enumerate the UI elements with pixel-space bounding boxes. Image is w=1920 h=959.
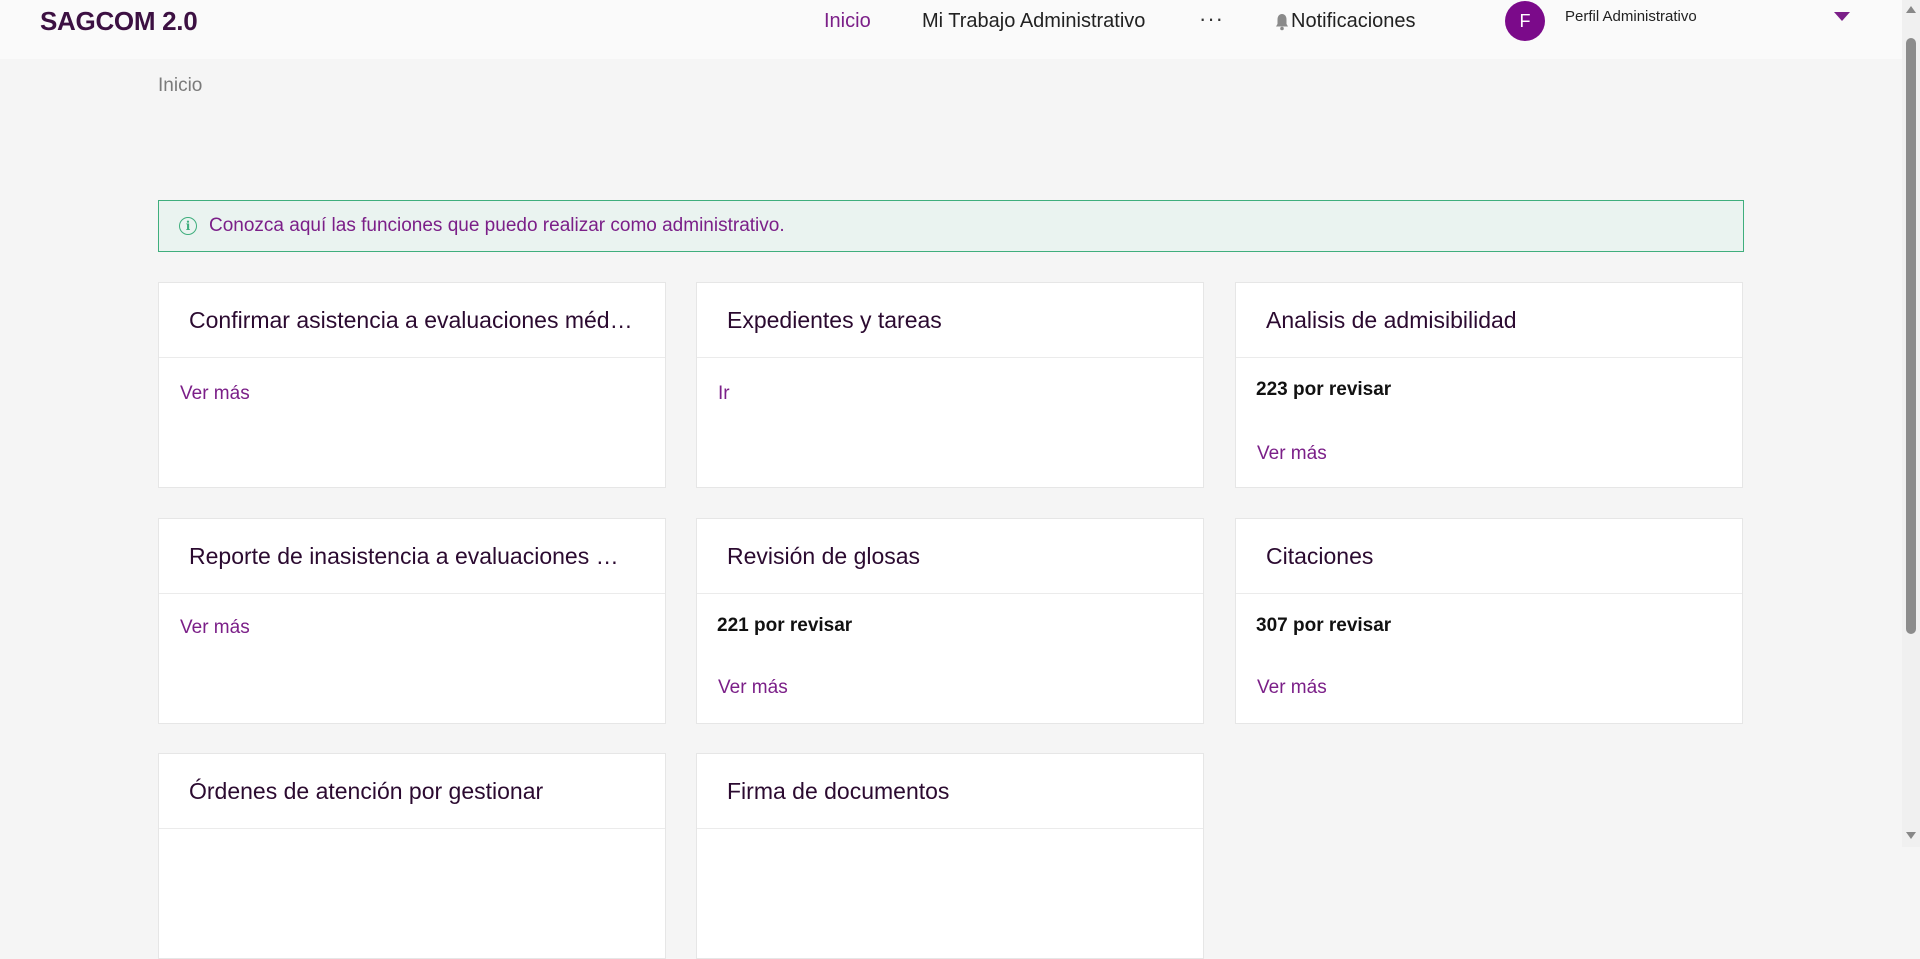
breadcrumb: Inicio: [158, 75, 203, 96]
card-title: Expedientes y tareas: [727, 306, 942, 333]
nav-more-button[interactable]: ···: [1199, 6, 1224, 32]
ver-mas-link[interactable]: Ver más: [1257, 677, 1327, 699]
card-expedientes-tareas: Expedientes y tareas Ir: [696, 282, 1204, 488]
card-citaciones: Citaciones 307 por revisar Ver más: [1235, 518, 1743, 724]
nav-inicio[interactable]: Inicio: [824, 10, 871, 33]
bell-icon: [1276, 13, 1288, 30]
ver-mas-link[interactable]: Ver más: [180, 617, 250, 639]
top-navbar: SAGCOM 2.0 Inicio Mi Trabajo Administrat…: [0, 0, 1902, 59]
card-count: 223 por revisar: [1256, 379, 1392, 400]
page-scrollbar[interactable]: [1902, 0, 1920, 847]
info-icon: i: [179, 217, 197, 235]
card-title: Órdenes de atención por gestionar: [189, 777, 544, 804]
card-firma-documentos: Firma de documentos: [696, 753, 1204, 959]
nav-notificaciones[interactable]: Notificaciones: [1274, 10, 1416, 33]
card-revision-glosas: Revisión de glosas 221 por revisar Ver m…: [696, 518, 1204, 724]
card-header: Firma de documentos: [697, 754, 1203, 829]
card-header: Citaciones: [1236, 519, 1742, 594]
card-header: Confirmar asistencia a evaluaciones médi…: [159, 283, 665, 358]
chevron-down-icon[interactable]: [1834, 12, 1850, 21]
card-title: Confirmar asistencia a evaluaciones médi…: [189, 306, 637, 333]
scroll-down-arrow-icon[interactable]: [1906, 832, 1916, 839]
card-header: Analisis de admisibilidad: [1236, 283, 1742, 358]
card-title: Citaciones: [1266, 542, 1374, 569]
card-reporte-inasistencia: Reporte de inasistencia a evaluaciones m…: [158, 518, 666, 724]
card-confirmar-asistencia: Confirmar asistencia a evaluaciones médi…: [158, 282, 666, 488]
scroll-up-arrow-icon[interactable]: [1906, 6, 1916, 13]
card-title: Firma de documentos: [727, 777, 950, 804]
info-banner-text[interactable]: Conozca aquí las funciones que puedo rea…: [209, 215, 785, 237]
card-count: 221 por revisar: [717, 615, 853, 636]
info-banner[interactable]: i Conozca aquí las funciones que puedo r…: [158, 200, 1744, 252]
card-count: 307 por revisar: [1256, 615, 1392, 636]
ir-link[interactable]: Ir: [718, 383, 730, 405]
card-header: Revisión de glosas: [697, 519, 1203, 594]
card-header: Órdenes de atención por gestionar: [159, 754, 665, 829]
profile-label[interactable]: Perfil Administrativo: [1565, 8, 1697, 25]
avatar[interactable]: F: [1505, 1, 1545, 41]
nav-mi-trabajo-administrativo[interactable]: Mi Trabajo Administrativo: [922, 10, 1145, 33]
card-title: Analisis de admisibilidad: [1266, 306, 1517, 333]
card-analisis-admisibilidad: Analisis de admisibilidad 223 por revisa…: [1235, 282, 1743, 488]
ver-mas-link[interactable]: Ver más: [718, 677, 788, 699]
notificaciones-label: Notificaciones: [1291, 10, 1416, 32]
ver-mas-link[interactable]: Ver más: [180, 383, 250, 405]
ver-mas-link[interactable]: Ver más: [1257, 443, 1327, 465]
scrollbar-thumb[interactable]: [1906, 38, 1916, 634]
card-title: Revisión de glosas: [727, 542, 921, 569]
app-logo[interactable]: SAGCOM 2.0: [40, 6, 198, 37]
card-header: Expedientes y tareas: [697, 283, 1203, 358]
card-ordenes-atencion: Órdenes de atención por gestionar: [158, 753, 666, 959]
card-header: Reporte de inasistencia a evaluaciones m…: [159, 519, 665, 594]
card-title: Reporte de inasistencia a evaluaciones m…: [189, 542, 637, 569]
